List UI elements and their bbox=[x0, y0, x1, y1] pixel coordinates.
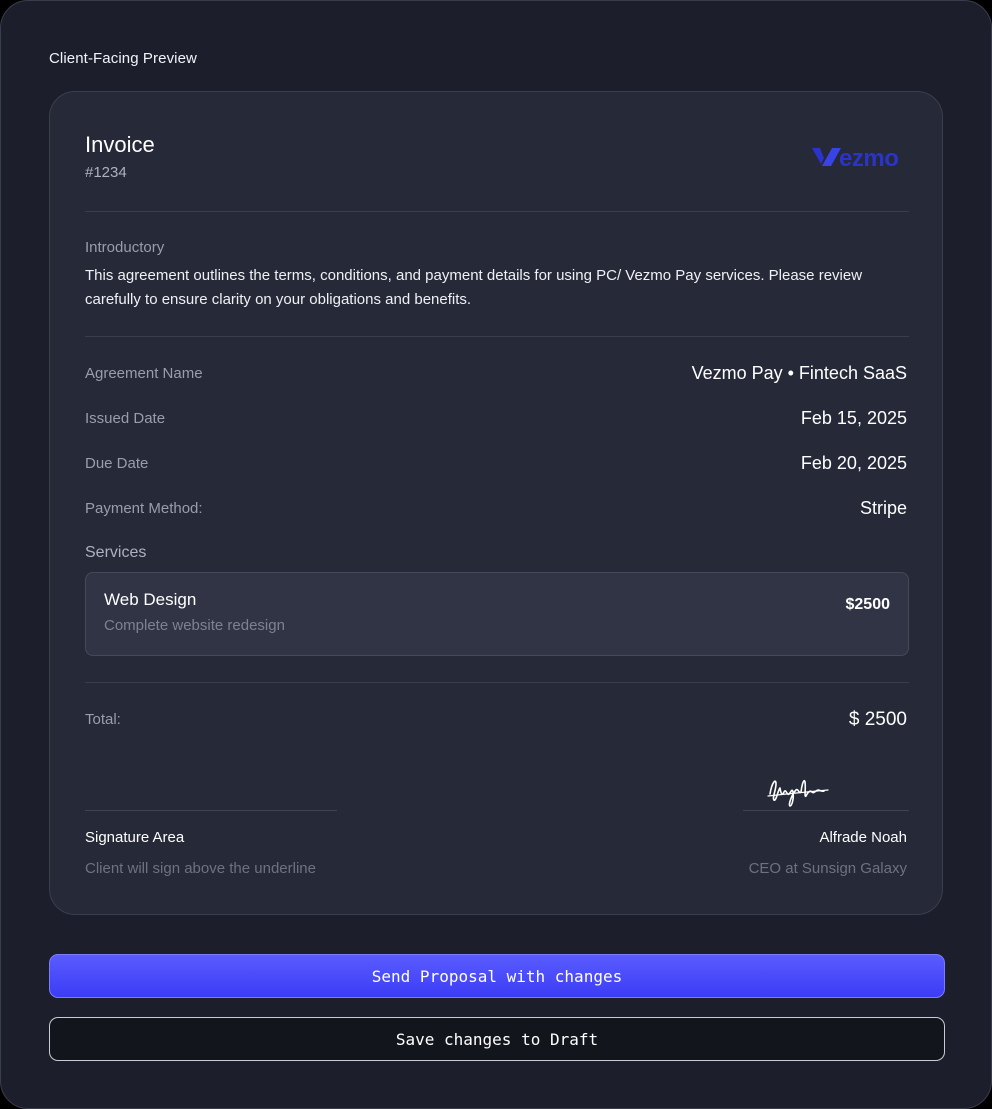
service-item: Web Design Complete website redesign $25… bbox=[85, 572, 909, 656]
due-date-value: Feb 20, 2025 bbox=[800, 453, 907, 473]
issued-date-value: Feb 15, 2025 bbox=[800, 408, 907, 428]
invoice-title: Invoice bbox=[85, 132, 155, 157]
payment-method-value: Stripe bbox=[859, 498, 907, 518]
services-label: Services bbox=[85, 544, 147, 561]
client-signature-line[interactable] bbox=[85, 810, 337, 811]
due-date-label: Due Date bbox=[85, 455, 149, 472]
intro-text: This agreement outlines the terms, condi… bbox=[85, 267, 863, 308]
invoice-card: Invoice #1234 ezmo Introductory This agr… bbox=[49, 91, 943, 915]
total-value: $ 2500 bbox=[848, 709, 907, 730]
signature-area-title: Signature Area bbox=[85, 829, 185, 846]
save-draft-button[interactable]: Save changes to Draft bbox=[49, 1017, 945, 1061]
vezmo-logo: ezmo bbox=[812, 145, 899, 172]
svg-text:ezmo: ezmo bbox=[839, 145, 898, 172]
payment-method-label: Payment Method: bbox=[85, 500, 203, 517]
signer-signature-line bbox=[743, 810, 909, 811]
service-description: Complete website redesign bbox=[104, 617, 285, 634]
intro-label: Introductory bbox=[85, 239, 165, 256]
agreement-name-label: Agreement Name bbox=[85, 365, 203, 382]
panel-title: Client-Facing Preview bbox=[49, 50, 197, 67]
agreement-name-value: Vezmo Pay • Fintech SaaS bbox=[691, 363, 907, 383]
signer-name: Alfrade Noah bbox=[819, 829, 907, 846]
divider bbox=[85, 682, 909, 683]
divider bbox=[85, 211, 909, 212]
preview-panel: Client-Facing Preview Invoice #1234 ezmo… bbox=[0, 0, 992, 1109]
signer-role: CEO at Sunsign Galaxy bbox=[748, 860, 907, 877]
send-proposal-button[interactable]: Send Proposal with changes bbox=[49, 954, 945, 998]
issued-date-label: Issued Date bbox=[85, 410, 166, 427]
signature-area-note: Client will sign above the underline bbox=[85, 860, 316, 877]
service-price: $2500 bbox=[845, 596, 891, 613]
signature-image bbox=[767, 779, 829, 807]
total-label: Total: bbox=[85, 711, 121, 728]
invoice-number: #1234 bbox=[85, 164, 127, 181]
divider bbox=[85, 336, 909, 337]
service-name: Web Design bbox=[104, 590, 197, 609]
